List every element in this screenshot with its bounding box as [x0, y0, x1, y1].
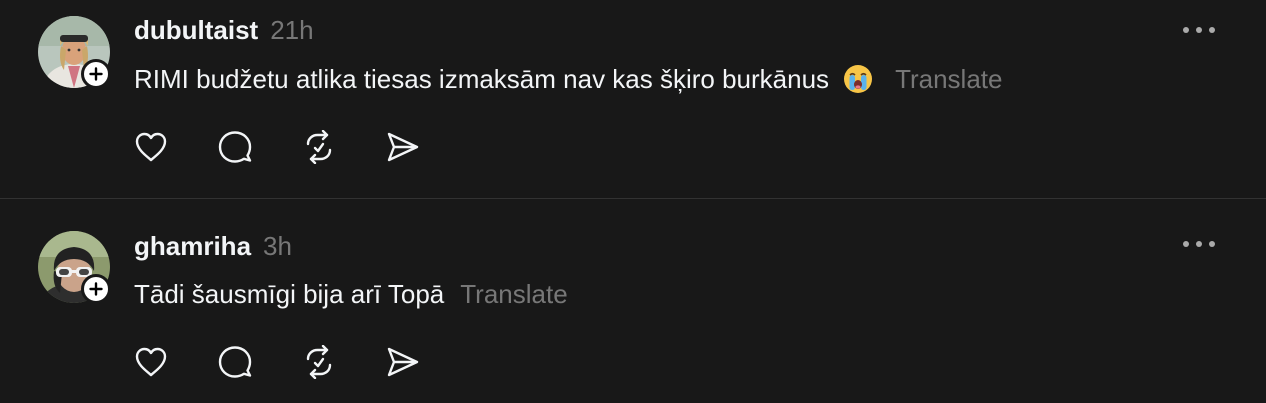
comment-icon: [218, 131, 252, 163]
thread-post: ghamriha 3h Tādi šausmīgi bija arī Topā …: [0, 199, 1266, 403]
post-time[interactable]: 3h: [263, 231, 292, 262]
more-options-icon: [1183, 27, 1215, 33]
comment-icon: [218, 346, 252, 378]
post-time[interactable]: 21h: [270, 15, 313, 46]
post-text: Tādi šausmīgi bija arī Topā: [134, 278, 445, 309]
share-button[interactable]: [384, 343, 422, 381]
post-header: dubultaist 21h: [134, 15, 314, 46]
translate-link[interactable]: Translate: [895, 64, 1002, 95]
heart-icon: [135, 347, 167, 377]
reply-button[interactable]: [216, 343, 254, 381]
crying-face-emoji: [843, 64, 873, 94]
plus-icon: [89, 282, 103, 296]
thread-post: dubultaist 21h RIMI budžetu atlika tiesa…: [0, 0, 1266, 198]
repost-button[interactable]: [300, 343, 338, 381]
translate-link[interactable]: Translate: [460, 279, 567, 310]
post-body: Tādi šausmīgi bija arī Topā Translate: [134, 275, 568, 313]
username[interactable]: dubultaist: [134, 15, 258, 46]
more-options-button[interactable]: [1180, 232, 1218, 256]
follow-button[interactable]: [81, 59, 111, 89]
post-actions: [134, 343, 468, 381]
like-button[interactable]: [132, 128, 170, 166]
send-icon: [387, 132, 419, 162]
post-actions: [134, 128, 468, 166]
repost-icon: [306, 345, 332, 379]
more-options-icon: [1183, 241, 1215, 247]
username[interactable]: ghamriha: [134, 231, 251, 262]
share-button[interactable]: [384, 128, 422, 166]
post-body: RIMI budžetu atlika tiesas izmaksām nav …: [134, 60, 1002, 98]
like-button[interactable]: [132, 343, 170, 381]
plus-icon: [89, 67, 103, 81]
repost-button[interactable]: [300, 128, 338, 166]
follow-button[interactable]: [81, 274, 111, 304]
heart-icon: [135, 132, 167, 162]
repost-icon: [306, 130, 332, 164]
more-options-button[interactable]: [1180, 18, 1218, 42]
reply-button[interactable]: [216, 128, 254, 166]
post-text: RIMI budžetu atlika tiesas izmaksām nav …: [134, 63, 830, 94]
send-icon: [387, 347, 419, 377]
post-header: ghamriha 3h: [134, 231, 292, 262]
